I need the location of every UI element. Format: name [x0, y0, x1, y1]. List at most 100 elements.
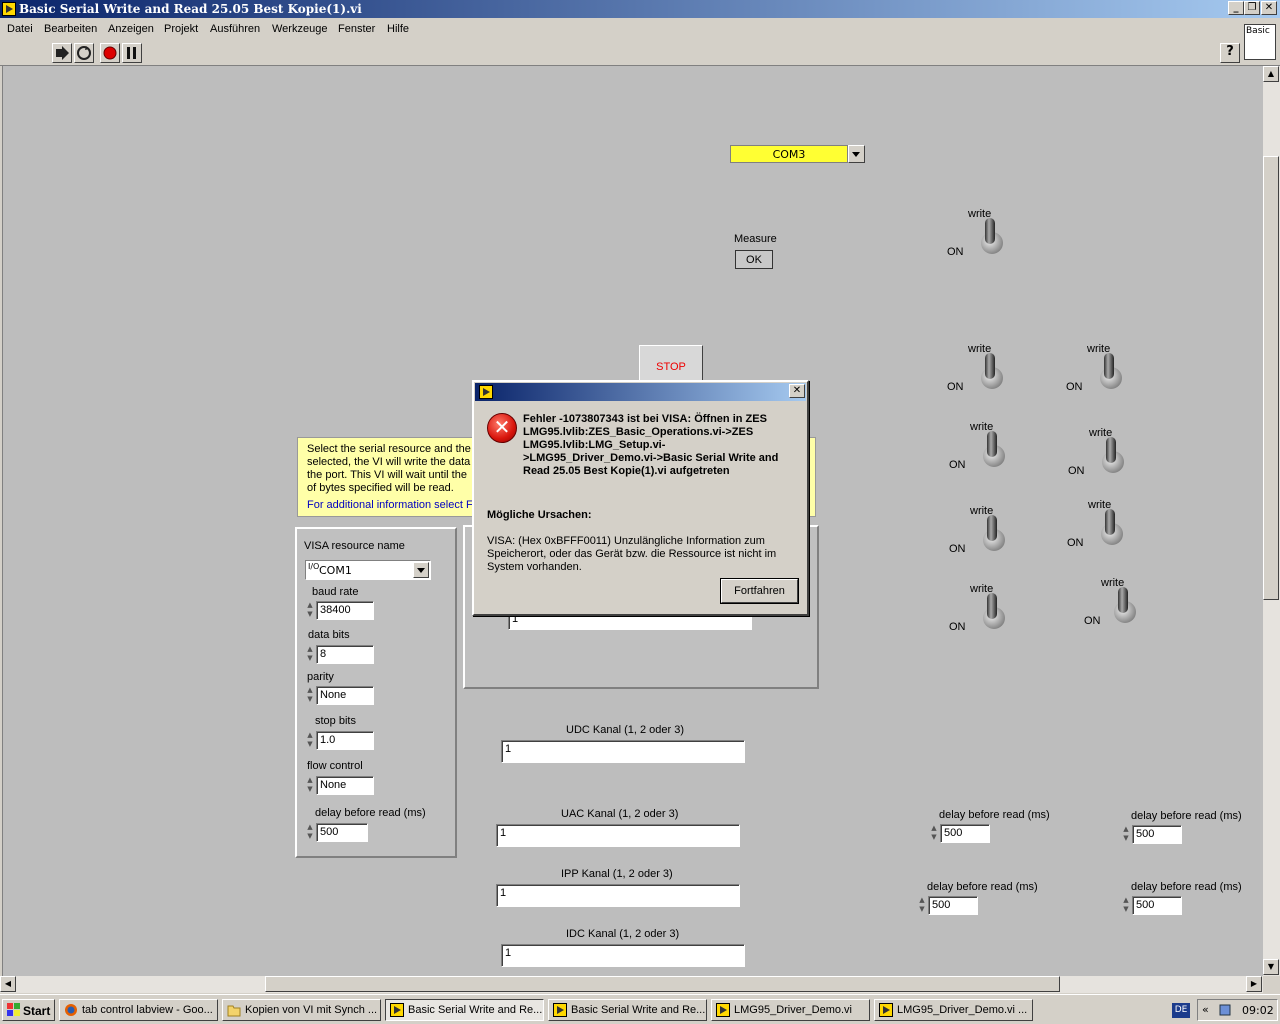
delay-input-3[interactable]: 500 — [928, 896, 978, 915]
task-lmg95-2[interactable]: LMG95_Driver_Demo.vi ... — [874, 999, 1033, 1021]
menu-werkzeuge[interactable]: Werkzeuge — [272, 23, 327, 35]
menu-anzeigen[interactable]: Anzeigen — [108, 23, 154, 35]
windows-logo-icon — [7, 1003, 20, 1016]
visa-dropdown-button[interactable] — [413, 562, 429, 578]
task-label: Basic Serial Write and Re... — [408, 1004, 543, 1016]
baud-rate-input[interactable]: 38400 — [316, 601, 374, 620]
close-window-button[interactable]: ✕ — [1261, 1, 1277, 15]
write-toggle-9[interactable]: write ON — [1080, 577, 1150, 629]
write-toggle-8[interactable]: write ON — [949, 583, 1019, 635]
menu-datei[interactable]: Datei — [7, 23, 33, 35]
chevron-down-icon — [417, 568, 425, 573]
abort-button[interactable] — [100, 43, 120, 63]
ipp-kanal-label: IPP Kanal (1, 2 oder 3) — [561, 868, 673, 880]
chevron-down-icon — [852, 152, 860, 157]
flow-control-spinner[interactable]: ▲ ▼ — [305, 776, 315, 795]
delay-spinner-2[interactable]: ▲ ▼ — [1121, 825, 1131, 844]
data-bits-spinner[interactable]: ▲ ▼ — [305, 645, 315, 664]
stop-bits-input[interactable]: 1.0 — [316, 731, 374, 750]
run-arrow-button[interactable] — [52, 43, 72, 63]
description-link[interactable]: For additional information select Fi — [307, 499, 475, 512]
idc-kanal-input[interactable]: 1 — [501, 944, 745, 967]
minimize-button[interactable]: _ — [1228, 1, 1244, 15]
delay-input-1[interactable]: 500 — [940, 824, 990, 843]
parity-label: parity — [307, 671, 334, 683]
scroll-right-button[interactable]: ▶ — [1246, 976, 1262, 992]
stop-button[interactable]: STOP — [639, 345, 703, 381]
labview-vi-icon — [2, 2, 16, 16]
run-continuously-button[interactable] — [74, 43, 94, 63]
continue-button[interactable]: Fortfahren — [720, 578, 799, 604]
menu-projekt[interactable]: Projekt — [164, 23, 198, 35]
ipp-kanal-input[interactable]: 1 — [496, 884, 740, 907]
error-dialog: ✕ ✕ Fehler -1073807343 ist bei VISA: Öff… — [472, 380, 809, 616]
scroll-down-button[interactable]: ▼ — [1263, 959, 1279, 975]
scroll-up-button[interactable]: ▲ — [1263, 66, 1279, 82]
data-bits-input[interactable]: 8 — [316, 645, 374, 664]
tray-expand-icon[interactable]: « — [1202, 1003, 1209, 1016]
task-basic-serial-2[interactable]: Basic Serial Write and Re... — [548, 999, 707, 1021]
scroll-left-button[interactable]: ◀ — [0, 976, 16, 992]
window-title-bar: Basic Serial Write and Read 25.05 Best K… — [0, 0, 1280, 18]
start-button[interactable]: Start — [2, 999, 55, 1021]
vertical-scrollbar[interactable]: ▲ ▼ — [1263, 66, 1280, 976]
visa-resource-select[interactable]: I/O COM1 — [305, 560, 431, 580]
measure-ok-button[interactable]: OK — [735, 250, 773, 269]
start-label: Start — [23, 1004, 51, 1018]
context-help-button[interactable]: ? — [1220, 43, 1240, 63]
possible-causes-text: VISA: (Hex 0xBFFF0011) Unzulängliche Inf… — [487, 535, 777, 573]
task-firefox[interactable]: tab control labview - Goo... — [59, 999, 218, 1021]
toggle-lever — [987, 515, 997, 541]
vi-icon-label: Basic — [1246, 26, 1270, 36]
delay-spinner-4[interactable]: ▲ ▼ — [1121, 896, 1131, 915]
delay-input-4[interactable]: 500 — [1132, 896, 1182, 915]
pause-button[interactable] — [122, 43, 142, 63]
description-line-3: the port. This VI will wait until the — [307, 469, 467, 481]
task-folder[interactable]: Kopien von VI mit Synch ... — [222, 999, 381, 1021]
language-indicator[interactable]: DE — [1172, 1003, 1190, 1018]
flow-control-input[interactable]: None — [316, 776, 374, 795]
dialog-close-button[interactable]: ✕ — [789, 384, 805, 398]
uac-kanal-input[interactable]: 1 — [496, 824, 740, 847]
parity-spinner[interactable]: ▲ ▼ — [305, 686, 315, 705]
write-toggle-4[interactable]: write ON — [949, 421, 1019, 473]
toggle-lever — [985, 218, 995, 244]
write-toggle-3[interactable]: write ON — [1066, 343, 1136, 395]
delay-input-2[interactable]: 500 — [1132, 825, 1182, 844]
delay-spinner-1[interactable]: ▲ ▼ — [929, 824, 939, 843]
horizontal-scroll-thumb[interactable] — [265, 976, 1060, 992]
menu-bar: Datei Bearbeiten Anzeigen Projekt Ausfüh… — [0, 19, 1280, 40]
network-icon[interactable] — [1218, 1003, 1232, 1017]
menu-ausfuehren[interactable]: Ausführen — [210, 23, 260, 35]
write-toggle-7[interactable]: write ON — [1067, 499, 1137, 551]
delay-label-2: delay before read (ms) — [1131, 810, 1242, 822]
labview-icon — [390, 1003, 404, 1017]
delay-spinner-3[interactable]: ▲ ▼ — [917, 896, 927, 915]
stop-bits-spinner[interactable]: ▲ ▼ — [305, 731, 315, 750]
panel-delay-spinner[interactable]: ▲ ▼ — [305, 823, 315, 842]
toolbar: ? Basic — [0, 24, 1280, 66]
menu-fenster[interactable]: Fenster — [338, 23, 375, 35]
udc-kanal-input[interactable]: 1 — [501, 740, 745, 763]
measure-label: Measure — [734, 233, 777, 245]
com-port-select[interactable]: COM3 — [730, 145, 848, 163]
restore-button[interactable]: ❐ — [1244, 1, 1260, 15]
vertical-scroll-thumb[interactable] — [1263, 156, 1279, 600]
write-toggle-5[interactable]: write ON — [1068, 427, 1138, 479]
menu-hilfe[interactable]: Hilfe — [387, 23, 409, 35]
on-label: ON — [947, 246, 964, 258]
task-lmg95-1[interactable]: LMG95_Driver_Demo.vi — [711, 999, 870, 1021]
baud-rate-spinner[interactable]: ▲ ▼ — [305, 601, 315, 620]
labview-icon — [479, 385, 493, 399]
task-basic-serial-1[interactable]: Basic Serial Write and Re... — [385, 999, 544, 1021]
window-title: Basic Serial Write and Read 25.05 Best K… — [19, 2, 362, 16]
write-toggle-1[interactable]: write ON — [947, 208, 1017, 260]
com-port-dropdown-button[interactable] — [848, 145, 865, 163]
menu-bearbeiten[interactable]: Bearbeiten — [44, 23, 97, 35]
horizontal-scrollbar[interactable]: ◀ ▶ — [0, 976, 1263, 993]
baud-rate-label: baud rate — [312, 586, 359, 598]
panel-delay-input[interactable]: 500 — [316, 823, 368, 842]
write-toggle-6[interactable]: write ON — [949, 505, 1019, 557]
parity-input[interactable]: None — [316, 686, 374, 705]
write-toggle-2[interactable]: write ON — [947, 343, 1017, 395]
